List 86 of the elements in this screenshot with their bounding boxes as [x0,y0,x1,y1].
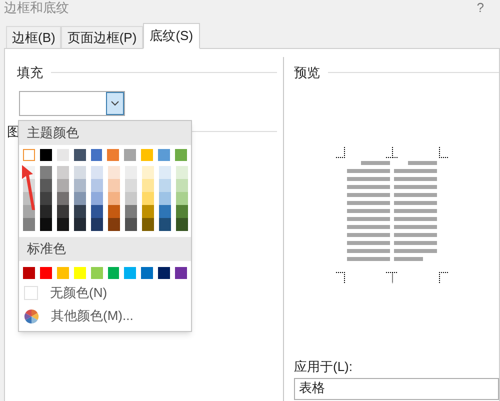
color-swatch[interactable] [56,267,69,279]
color-swatch[interactable] [176,166,188,179]
color-swatch[interactable] [56,149,69,161]
no-color-item[interactable]: 无颜色(N) [19,281,191,305]
color-swatch[interactable] [40,192,52,205]
color-swatch[interactable] [125,218,137,231]
color-swatch[interactable] [142,166,154,179]
color-swatch[interactable] [159,166,171,179]
apply-to-select[interactable]: 表格 [294,378,499,400]
color-swatch[interactable] [74,267,86,279]
empty-swatch-icon [24,286,38,300]
color-swatch[interactable] [142,218,154,231]
color-swatch[interactable] [141,149,154,161]
tab[interactable]: 底纹(S) [142,23,200,49]
color-swatch[interactable] [158,267,170,279]
fill-color-dropdown[interactable] [19,90,125,116]
standard-colors-heading: 标准色 [19,237,191,261]
color-swatch[interactable] [159,192,171,205]
color-swatch[interactable] [125,166,137,179]
help-button[interactable]: ? [476,0,484,15]
color-swatch[interactable] [23,267,35,279]
theme-colors-heading: 主题颜色 [19,121,191,145]
color-swatch[interactable] [108,179,120,192]
color-swatch[interactable] [176,218,188,231]
color-swatch[interactable] [175,267,188,279]
color-swatch[interactable] [74,205,86,218]
tab[interactable]: 页面边框(P) [61,26,143,48]
fill-label: 填充 [17,64,43,82]
color-swatch[interactable] [57,166,69,179]
color-swatch[interactable] [40,149,52,161]
color-swatch[interactable] [142,205,154,218]
color-swatch[interactable] [40,218,52,231]
color-swatch[interactable] [91,205,103,218]
color-swatch[interactable] [74,192,86,205]
color-swatch[interactable] [159,179,171,192]
color-swatch[interactable] [142,179,154,192]
color-swatch[interactable] [107,149,120,161]
apply-to-label: 应用于(L): [294,358,354,376]
color-swatch[interactable] [91,218,103,231]
color-swatch[interactable] [57,192,69,205]
color-swatch[interactable] [40,179,52,192]
color-swatch[interactable] [90,267,103,279]
color-swatch[interactable] [108,205,120,218]
color-swatch[interactable] [90,149,102,161]
color-swatch[interactable] [124,149,136,161]
color-swatch[interactable] [57,205,69,218]
color-swatch[interactable] [125,179,137,192]
window-title: 边框和底纹 [4,0,69,15]
color-swatch[interactable] [159,218,171,231]
color-swatch[interactable] [159,205,171,218]
color-swatch[interactable] [74,179,86,192]
more-colors-item[interactable]: 其他颜色(M)... [19,305,191,327]
color-swatch[interactable] [91,166,103,179]
color-swatch[interactable] [158,149,170,161]
color-swatch[interactable] [108,267,120,279]
color-swatch[interactable] [141,267,154,279]
color-swatch[interactable] [91,179,103,192]
tab[interactable]: 边框(B) [6,26,62,48]
color-swatch[interactable] [40,267,52,279]
color-swatch[interactable] [108,218,120,231]
preview-label: 预览 [294,64,320,82]
color-swatch[interactable] [176,205,188,218]
color-swatch[interactable] [74,218,86,231]
color-swatch[interactable] [108,192,120,205]
color-swatch[interactable] [74,149,86,161]
color-swatch[interactable] [23,205,35,218]
no-color-label: 无颜色(N) [50,284,108,302]
color-swatch[interactable] [23,149,35,161]
color-swatch[interactable] [40,205,52,218]
color-swatch[interactable] [125,192,137,205]
color-swatch[interactable] [108,166,120,179]
color-swatch[interactable] [57,218,69,231]
color-swatch[interactable] [91,192,103,205]
color-swatch[interactable] [175,149,187,161]
more-colors-label: 其他颜色(M)... [51,307,134,326]
color-swatch[interactable] [125,205,137,218]
color-swatch[interactable] [176,192,188,205]
annotation-arrow [21,162,37,212]
color-swatch[interactable] [176,179,188,192]
color-swatch[interactable] [40,166,52,179]
color-swatch[interactable] [23,218,35,231]
color-swatch[interactable] [124,267,136,279]
color-swatch[interactable] [74,166,86,179]
color-wheel-icon [24,308,39,324]
color-swatch[interactable] [142,192,154,205]
color-swatch[interactable] [57,179,69,192]
